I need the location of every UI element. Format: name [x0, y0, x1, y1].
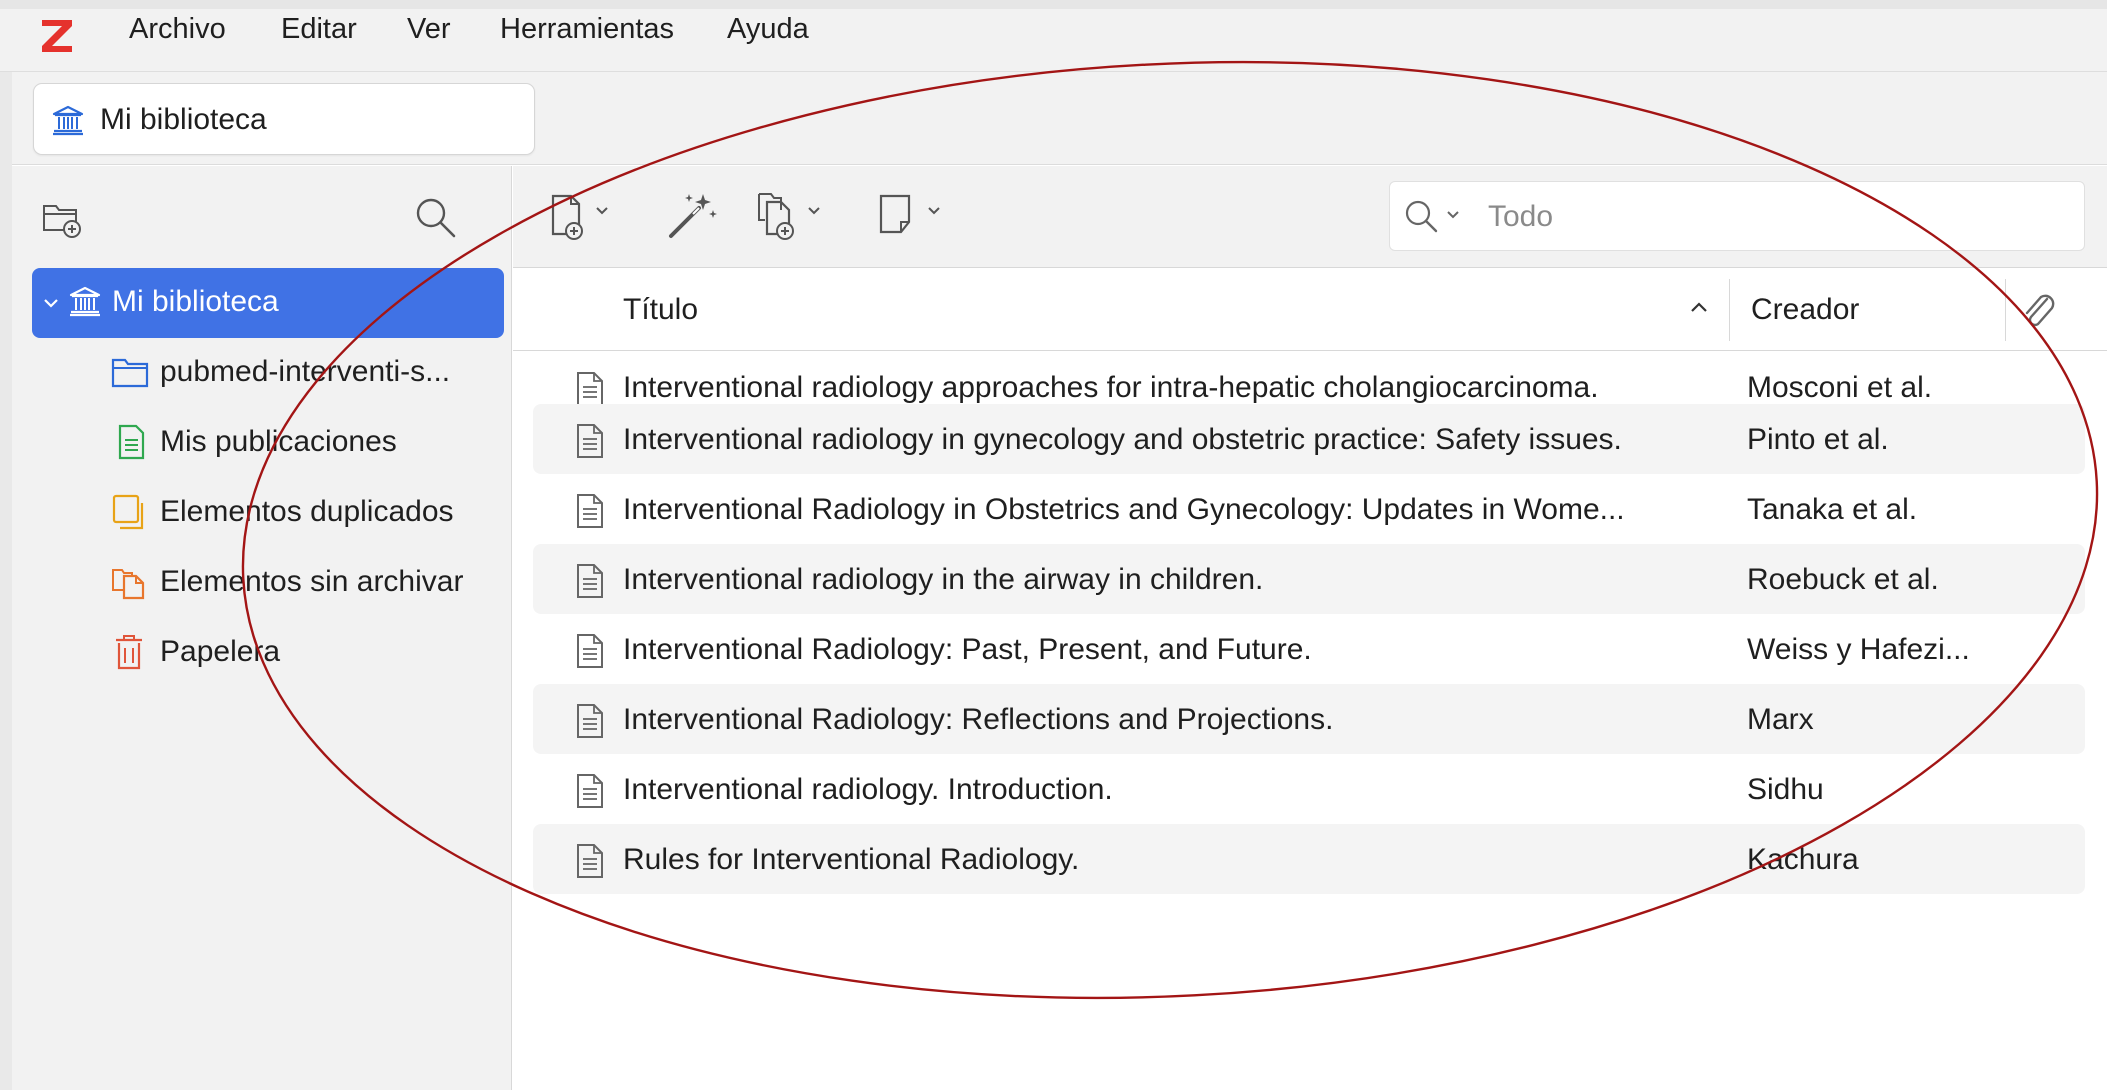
menu-editar[interactable]: Editar [281, 12, 357, 46]
document-icon [577, 704, 603, 738]
search-input[interactable]: Todo [1389, 181, 2085, 251]
menu-ayuda[interactable]: Ayuda [727, 12, 809, 46]
new-note-icon[interactable] [875, 190, 955, 244]
document-icon [577, 494, 603, 528]
tree-item-mis-publicaciones[interactable]: Mis publicaciones [32, 408, 504, 478]
window-left-edge [0, 72, 12, 1090]
column-divider[interactable] [1729, 279, 1730, 341]
tree-item-label: Mis publicaciones [160, 425, 397, 458]
item-creator: Sidhu [1747, 773, 1824, 806]
unfiled-icon [112, 569, 145, 600]
item-title: Interventional Radiology: Past, Present,… [623, 633, 1312, 666]
tree-item-pubmed-collection[interactable]: pubmed-interventi-s... [32, 338, 504, 408]
tab-label: Mi biblioteca [100, 103, 267, 136]
tree-item-label: Elementos sin archivar [160, 565, 464, 598]
item-title: Interventional radiology approaches for … [623, 371, 1599, 404]
tree-item-elementos-sin-archivar[interactable]: Elementos sin archivar [32, 548, 504, 618]
table-row[interactable]: Rules for Interventional Radiology. Kach… [533, 824, 2085, 894]
collections-pane: Mi biblioteca pubmed-interventi-s... Mis… [12, 166, 512, 1090]
zotero-window: Archivo Editar Ver Herramientas Ayuda Mi… [0, 0, 2107, 1090]
window-top-strip [0, 0, 2107, 9]
item-title: Rules for Interventional Radiology. [623, 843, 1080, 876]
search-placeholder: Todo [1488, 200, 1554, 233]
item-creator: Pinto et al. [1747, 423, 1889, 456]
publications-icon [118, 424, 145, 460]
tree-item-label: pubmed-interventi-s... [160, 355, 451, 388]
search-icon[interactable] [412, 194, 458, 240]
item-creator: Marx [1747, 703, 1814, 736]
item-creator: Roebuck et al. [1747, 563, 1939, 596]
item-title: Interventional radiology in gynecology a… [623, 423, 1622, 456]
tree-item-label: Elementos duplicados [160, 495, 454, 528]
duplicates-icon [112, 494, 144, 530]
table-row[interactable]: Interventional Radiology: Past, Present,… [533, 614, 2085, 684]
document-icon [577, 774, 603, 808]
new-item-icon[interactable] [547, 190, 627, 244]
document-icon [577, 844, 603, 878]
menu-archivo[interactable]: Archivo [129, 12, 226, 46]
tab-bar: Mi biblioteca [0, 72, 2107, 165]
library-icon [69, 286, 101, 317]
search-icon[interactable] [1402, 196, 1472, 236]
items-list: Interventional radiology approaches for … [513, 352, 2107, 1090]
tree-item-label: Mi biblioteca [112, 285, 279, 318]
tree-item-papelera[interactable]: Papelera [32, 618, 504, 688]
magic-wand-icon[interactable] [663, 190, 723, 244]
document-icon [577, 372, 603, 406]
document-icon [577, 634, 603, 668]
table-row[interactable]: Interventional radiology. Introduction. … [533, 754, 2085, 824]
folder-icon [111, 358, 149, 388]
item-creator: Kachura [1747, 843, 1859, 876]
table-row[interactable]: Interventional Radiology in Obstetrics a… [533, 474, 2085, 544]
menu-herramientas[interactable]: Herramientas [500, 12, 674, 46]
column-creator[interactable]: Creador [1751, 293, 1859, 327]
tree-item-mi-biblioteca[interactable]: Mi biblioteca [32, 268, 504, 338]
tree-item-label: Papelera [160, 635, 281, 668]
tab-mi-biblioteca[interactable]: Mi biblioteca [33, 83, 535, 155]
item-creator: Tanaka et al. [1747, 493, 1918, 526]
column-divider[interactable] [2005, 279, 2006, 341]
menu-ver[interactable]: Ver [407, 12, 451, 46]
chevron-down-icon[interactable] [42, 294, 60, 312]
new-collection-icon[interactable] [40, 196, 84, 240]
item-title: Interventional radiology in the airway i… [623, 563, 1264, 596]
paperclip-icon[interactable] [2019, 289, 2059, 331]
items-column-header: Título Creador [513, 269, 2107, 351]
sort-ascending-icon[interactable] [1687, 297, 1711, 317]
table-row[interactable]: Interventional Radiology: Reflections an… [533, 684, 2085, 754]
item-creator: Mosconi et al. [1747, 371, 1933, 404]
library-icon [52, 105, 84, 136]
column-title[interactable]: Título [623, 293, 698, 327]
table-row[interactable]: Interventional radiology in gynecology a… [533, 404, 2085, 474]
item-creator: Weiss y Hafezi... [1747, 633, 1970, 666]
document-icon [577, 564, 603, 598]
menu-bar: Archivo Editar Ver Herramientas Ayuda [0, 0, 2107, 72]
zotero-logo-icon [42, 20, 72, 52]
tree-item-elementos-duplicados[interactable]: Elementos duplicados [32, 478, 504, 548]
trash-icon [116, 635, 142, 670]
document-icon [577, 424, 603, 458]
item-title: Interventional Radiology in Obstetrics a… [623, 493, 1625, 526]
item-title: Interventional Radiology: Reflections an… [623, 703, 1334, 736]
item-title: Interventional radiology. Introduction. [623, 773, 1113, 806]
table-row[interactable]: Interventional radiology in the airway i… [533, 544, 2085, 614]
add-attachment-icon[interactable] [751, 190, 839, 244]
items-toolbar: Todo [513, 166, 2107, 268]
